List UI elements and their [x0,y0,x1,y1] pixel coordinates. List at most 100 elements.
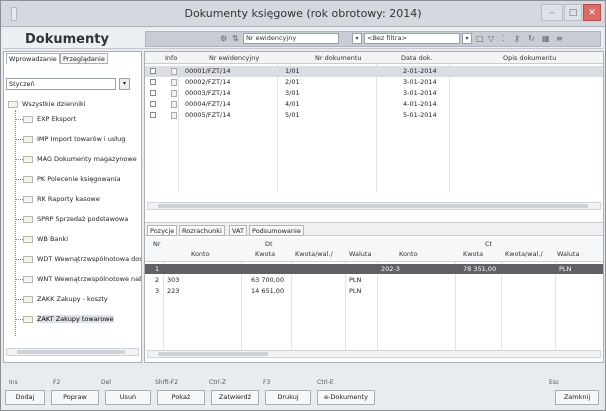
journal-item[interactable]: PK Polecenie księgowania [15,174,141,184]
journal-item-label: WDT Wewnątrzwspólnotowa dostawa [37,255,141,263]
main-window: Dokumenty księgowe (rok obrotowy: 2014) … [0,0,606,411]
table-row[interactable]: 00003/FZT/14 3/01 3-01-2014 [145,88,603,99]
minimize-button[interactable]: – [541,4,563,21]
journal-item[interactable]: ZAKK Zakupy - koszty [15,294,141,304]
position-row[interactable]: 1 202-3 78 351,00 PLN [145,264,603,274]
month-dropdown-button[interactable]: ▾ [119,78,130,90]
journal-item-label: PK Polecenie księgowania [37,175,121,183]
menu-icon[interactable]: ≡ [556,33,563,45]
filter-icon[interactable]: ⚙ [220,33,227,45]
sort-icon[interactable]: ⇅ [232,33,239,45]
col-nr[interactable]: Nr [153,240,161,249]
month-value[interactable]: Styczeń [6,78,116,90]
folder-icon [23,215,33,223]
positions-scroll-thumb[interactable] [158,352,268,356]
col-kwota-ct[interactable]: Kwota [463,250,483,259]
col-data-dok[interactable]: Data dok. [401,53,433,63]
tab-podsumowanie[interactable]: Podsumowanie [249,225,304,236]
nr-dokumentu-cell: 2/01 [285,78,300,86]
journal-item[interactable]: SPRP Sprzedaż podstawowa [15,214,141,224]
table-row[interactable]: 00002/FZT/14 2/01 3-01-2014 [145,77,603,88]
refresh-icon[interactable]: ↻ [528,33,535,45]
clear-filter-icon[interactable]: ⁚ [502,33,505,45]
row-checkbox[interactable] [150,68,156,74]
add-button[interactable]: Dodaj [5,390,45,405]
documents-scroll-thumb[interactable] [158,204,588,208]
waluta-ct-cell: PLN [559,265,572,273]
row-checkbox[interactable] [150,101,156,107]
ct-group-header: Ct [485,240,493,248]
journal-item[interactable]: IMP Import towarów i usług [15,134,141,144]
edit-button[interactable]: Popraw [51,390,99,405]
positions-horizontal-scrollbar[interactable] [147,350,601,358]
folder-icon [23,115,33,123]
e-documents-button[interactable]: e-Dokumenty [317,390,375,405]
tab-rozrachunki[interactable]: Rozrachunki [179,225,225,236]
position-tabs: Pozycje Rozrachunki VAT Podsumowanie [145,222,603,236]
col-kwota-dt[interactable]: Kwota [255,250,275,259]
tree-root[interactable]: Wszystkie dzienniki [8,100,86,109]
journal-item[interactable]: ZAKT Zakupy towarowe [15,314,141,324]
sort-field-select[interactable]: Nr ewidencyjny [243,33,339,44]
close-window-button[interactable]: Zamknij [555,390,599,405]
journal-item[interactable]: MAG Dokumenty magazynowe [15,154,141,164]
folder-icon [23,235,33,243]
nr-cell: 3 [155,287,160,295]
delete-button[interactable]: Usuń [105,390,151,405]
col-konto-dt[interactable]: Konto [191,250,210,259]
row-checkbox[interactable] [150,112,156,118]
left-horizontal-scrollbar[interactable] [6,348,139,356]
journal-item[interactable]: RK Raporty kasowe [15,194,141,204]
filter-select[interactable]: <Bez filtra> [364,33,460,44]
show-button[interactable]: Pokaż [157,390,205,405]
col-konto-ct[interactable]: Konto [399,250,418,259]
columns-icon[interactable]: ▦ [542,33,550,45]
document-icon [171,79,177,86]
print-button[interactable]: Drukuj [265,390,311,405]
approve-button[interactable]: Zatwierdź [211,390,259,405]
table-row[interactable]: 00001/FZT/14 1/01 2-01-2014 [145,66,603,77]
table-row[interactable]: 00005/FZT/14 5/01 5-01-2014 [145,110,603,121]
col-waluta-ct[interactable]: Waluta [557,250,579,259]
tree-connector [15,218,23,220]
position-row[interactable]: 3 223 14 651,00 PLN [145,286,603,296]
dt-group-header: Dt [265,240,273,248]
row-checkbox[interactable] [150,90,156,96]
col-info[interactable]: Info [165,53,177,63]
tab-przegladanie[interactable]: Przeglądanie [60,53,108,64]
journal-item[interactable]: EXP Eksport [15,114,141,124]
position-row[interactable]: 2 303 63 700,00 PLN [145,275,603,285]
col-waluta-dt[interactable]: Waluta [349,250,371,259]
journal-item[interactable]: WNT Wewnątrzwspólnotowe nabycie [15,274,141,284]
nr-dokumentu-cell: 3/01 [285,89,300,97]
col-nr-ewidencyjny[interactable]: Nr ewidencyjny [209,53,259,63]
col-kwota-wal-dt[interactable]: Kwota/wal./ [295,250,333,259]
documents-horizontal-scrollbar[interactable] [147,202,601,210]
shortcut-f2: F2 [53,379,61,386]
col-opis-dokumentu[interactable]: Opis dokumentu [503,53,556,63]
funnel-icon[interactable]: ▽ [488,33,494,45]
journal-item-label: MAG Dokumenty magazynowe [37,155,137,163]
tab-wprowadzanie[interactable]: Wprowadzanie [6,53,60,64]
folder-icon [23,195,33,203]
waluta-dt-cell: PLN [349,276,362,284]
table-row[interactable]: 00004/FZT/14 4/01 4-01-2014 [145,99,603,110]
key-icon[interactable]: ⚷ [514,33,520,45]
tab-vat[interactable]: VAT [229,225,247,236]
calendar-icon[interactable]: □ [476,33,484,45]
journal-item[interactable]: WDT Wewnątrzwspólnotowa dostawa [15,254,141,264]
month-select[interactable]: Styczeń ▾ [6,78,130,90]
col-nr-dokumentu[interactable]: Nr dokumentu [315,53,362,63]
footer-toolbar: Ins F2 Del Shift-F2 Ctrl-Z F3 Ctrl-E Esc… [3,369,603,410]
journal-item[interactable]: WB Banki [15,234,141,244]
left-scroll-thumb[interactable] [17,350,125,354]
shortcut-del: Del [101,379,111,386]
maximize-button[interactable]: □ [564,4,582,21]
filter-dropdown-button[interactable]: ▾ [462,33,472,44]
tab-pozycje[interactable]: Pozycje [147,225,178,236]
close-button[interactable]: ✕ [583,4,601,21]
row-checkbox[interactable] [150,79,156,85]
folder-icon [23,255,33,263]
col-kwota-wal-ct[interactable]: Kwota/wal./ [505,250,543,259]
sort-dropdown-button[interactable]: ▾ [352,33,362,44]
